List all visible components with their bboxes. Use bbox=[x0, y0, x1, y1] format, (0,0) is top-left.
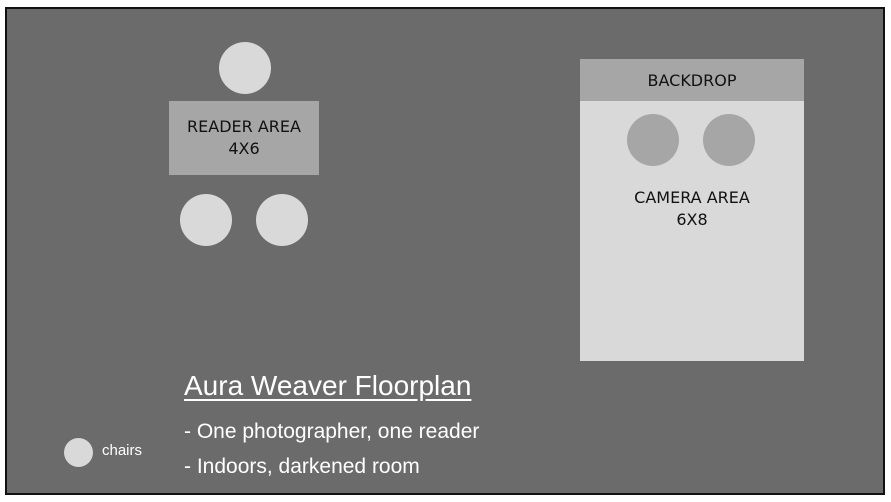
camera-area-label: CAMERA AREA bbox=[634, 188, 750, 207]
camera-area-chair-left bbox=[627, 114, 679, 166]
note-photographer: - One photographer, one reader bbox=[184, 420, 480, 443]
reader-area-label: READER AREA bbox=[187, 117, 301, 136]
floorplan-title: Aura Weaver Floorplan bbox=[184, 370, 472, 401]
reader-chair-top bbox=[219, 42, 271, 94]
reader-chair-bottom-right bbox=[256, 194, 308, 246]
backdrop-label: BACKDROP bbox=[647, 70, 737, 90]
legend-chair-icon bbox=[64, 438, 93, 467]
note-indoors: - Indoors, darkened room bbox=[184, 455, 420, 478]
camera-area-size: 6X8 bbox=[676, 210, 708, 229]
camera-area-label-block: CAMERA AREA 6X8 bbox=[580, 187, 804, 231]
reader-chair-bottom-left bbox=[180, 194, 232, 246]
floorplan-canvas: READER AREA 4X6 BACKDROP CAMERA AREA 6X8… bbox=[5, 7, 885, 495]
reader-area: READER AREA 4X6 bbox=[169, 101, 319, 175]
camera-area-chair-right bbox=[703, 114, 755, 166]
reader-area-size: 4X6 bbox=[228, 139, 260, 158]
legend-chairs-label: chairs bbox=[102, 442, 143, 459]
camera-area: BACKDROP CAMERA AREA 6X8 bbox=[580, 59, 804, 361]
backdrop: BACKDROP bbox=[580, 59, 804, 101]
